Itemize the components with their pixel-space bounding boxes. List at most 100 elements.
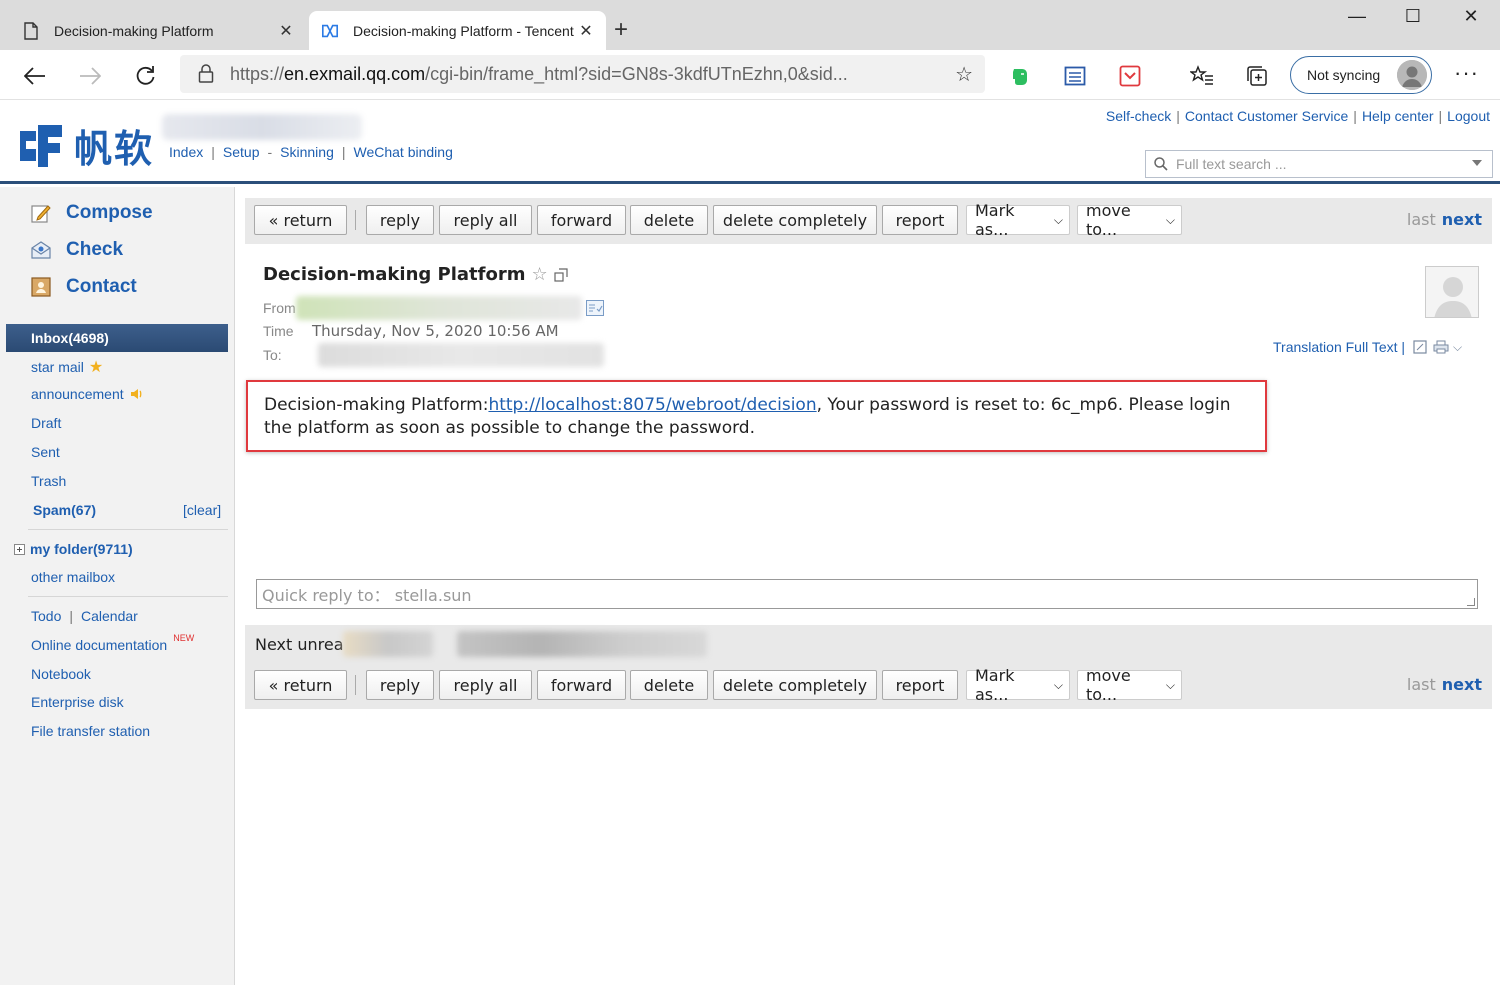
- sidebar-item-calendar[interactable]: Calendar: [81, 608, 138, 624]
- move-to-select[interactable]: move to... ⌵: [1077, 201, 1182, 239]
- divider: [355, 210, 356, 230]
- new-window-icon[interactable]: [554, 267, 568, 282]
- delete-button[interactable]: delete: [630, 205, 708, 235]
- sidebar-item-enterprise-disk[interactable]: Enterprise disk: [31, 694, 124, 710]
- close-icon[interactable]: ✕: [276, 21, 296, 41]
- star-outline-icon[interactable]: ☆: [531, 264, 547, 285]
- recipient-redacted: [318, 343, 604, 367]
- sidebar-item-my-folder[interactable]: my folder(9711): [14, 541, 133, 557]
- print-icon[interactable]: [1433, 340, 1449, 354]
- resize-handle[interactable]: [1467, 598, 1475, 606]
- search-placeholder: Full text search ...: [1176, 156, 1287, 172]
- forward-button[interactable]: forward: [537, 670, 626, 700]
- refresh-icon[interactable]: [131, 62, 159, 90]
- chevron-down-icon: ⌵: [1165, 677, 1175, 692]
- sidebar-item-spam[interactable]: Spam(67): [33, 502, 96, 518]
- sidebar-compose[interactable]: Compose: [30, 202, 153, 224]
- last-link[interactable]: last: [1407, 210, 1436, 229]
- profile-avatar: [1397, 60, 1427, 90]
- nav-setup[interactable]: Setup: [223, 144, 260, 160]
- next-unread-label[interactable]: Next unread: [255, 635, 343, 654]
- address-bar[interactable]: https://en.exmail.qq.com/cgi-bin/frame_h…: [180, 55, 985, 93]
- reply-all-button[interactable]: reply all: [439, 205, 532, 235]
- logo[interactable]: 帆软: [18, 118, 154, 173]
- more-icon[interactable]: ···: [1454, 60, 1479, 86]
- chevron-down-icon[interactable]: ⌵: [1453, 340, 1462, 355]
- forward-icon[interactable]: [76, 62, 104, 90]
- link-self-check[interactable]: Self-check: [1106, 108, 1171, 124]
- window-close-icon[interactable]: ✕: [1451, 6, 1491, 27]
- last-link[interactable]: last: [1407, 675, 1436, 694]
- sidebar-item-sent[interactable]: Sent: [31, 444, 60, 460]
- nav-index[interactable]: Index: [169, 144, 203, 160]
- chevron-down-icon: ⌵: [1053, 677, 1063, 692]
- delete-completely-button[interactable]: delete completely: [713, 205, 877, 235]
- move-to-select[interactable]: move to... ⌵: [1077, 666, 1182, 704]
- new-tab-button[interactable]: +: [614, 16, 628, 44]
- sidebar-item-file-transfer[interactable]: File transfer station: [31, 723, 150, 739]
- mail-header: 帆软 Index | Setup - Skinning | WeChat bin…: [0, 100, 1500, 184]
- report-button[interactable]: report: [882, 205, 958, 235]
- search-input[interactable]: Full text search ...: [1145, 150, 1493, 178]
- sidebar-item-online-documentation[interactable]: Online documentation NEW: [31, 633, 194, 653]
- sidebar-item-todo-calendar: Todo | Calendar: [31, 608, 138, 624]
- divider: [355, 675, 356, 695]
- address-card-icon[interactable]: [586, 300, 604, 319]
- return-button[interactable]: « return: [254, 670, 347, 700]
- link-help-center[interactable]: Help center: [1362, 108, 1434, 124]
- sidebar-contact[interactable]: Contact: [30, 276, 137, 298]
- back-icon[interactable]: [21, 62, 49, 90]
- top-nav: Index | Setup - Skinning | WeChat bindin…: [169, 144, 453, 160]
- sidebar-item-announcement[interactable]: announcement: [31, 386, 144, 402]
- browser-tab-2[interactable]: Decision-making Platform - Tencent Exmai…: [309, 11, 606, 50]
- reader-icon[interactable]: [1063, 64, 1087, 88]
- sidebar-item-inbox[interactable]: Inbox(4698): [6, 324, 228, 352]
- favorite-star-icon[interactable]: ☆: [955, 62, 973, 87]
- expand-plus-icon[interactable]: [14, 543, 25, 555]
- sidebar-item-notebook[interactable]: Notebook: [31, 666, 91, 682]
- link-contact-service[interactable]: Contact Customer Service: [1185, 108, 1348, 124]
- pocket-icon[interactable]: [1118, 64, 1142, 88]
- delete-completely-button[interactable]: delete completely: [713, 670, 877, 700]
- quick-reply-input[interactable]: Quick reply to： stella.sun: [256, 579, 1478, 609]
- delete-button[interactable]: delete: [630, 670, 708, 700]
- translation-link[interactable]: Translation Full Text |: [1273, 339, 1405, 355]
- sidebar-item-other-mailbox[interactable]: other mailbox: [31, 569, 115, 585]
- link-logout[interactable]: Logout: [1447, 108, 1490, 124]
- time-label: Time: [263, 323, 294, 339]
- nav-skinning[interactable]: Skinning: [280, 144, 334, 160]
- clear-spam-link[interactable]: [clear]: [183, 502, 221, 518]
- next-link[interactable]: next: [1442, 210, 1482, 229]
- reply-all-button[interactable]: reply all: [439, 670, 532, 700]
- sidebar-item-trash[interactable]: Trash: [31, 473, 66, 489]
- collections-icon[interactable]: [1245, 64, 1269, 88]
- maximize-icon[interactable]: ☐: [1393, 6, 1433, 27]
- chevron-down-icon[interactable]: [1472, 160, 1482, 166]
- reply-button[interactable]: reply: [366, 670, 434, 700]
- sync-button[interactable]: Not syncing: [1290, 56, 1432, 94]
- sender-redacted: [296, 296, 582, 320]
- mail-subject: Decision-making Platform ☆: [263, 264, 568, 285]
- contact-book-icon: [30, 276, 52, 298]
- favorites-icon[interactable]: [1190, 64, 1214, 88]
- note-icon[interactable]: [1413, 340, 1427, 354]
- minimize-icon[interactable]: —: [1337, 6, 1377, 27]
- return-button[interactable]: « return: [254, 205, 347, 235]
- browser-tab-1[interactable]: Decision-making Platform ✕: [0, 11, 306, 50]
- sidebar-check[interactable]: Check: [30, 239, 123, 261]
- from-label: From: [263, 300, 296, 316]
- sidebar-item-todo[interactable]: Todo: [31, 608, 61, 624]
- evernote-icon[interactable]: [1008, 64, 1032, 88]
- sidebar-item-star-mail[interactable]: star mail ★: [31, 357, 103, 377]
- decision-platform-link[interactable]: http://localhost:8075/webroot/decision: [488, 395, 816, 415]
- mark-as-select[interactable]: Mark as... ⌵: [966, 201, 1070, 239]
- next-link[interactable]: next: [1442, 675, 1482, 694]
- close-icon[interactable]: ✕: [576, 21, 596, 41]
- nav-wechat-binding[interactable]: WeChat binding: [354, 144, 453, 160]
- mark-as-select[interactable]: Mark as... ⌵: [966, 666, 1070, 704]
- reply-button[interactable]: reply: [366, 205, 434, 235]
- forward-button[interactable]: forward: [537, 205, 626, 235]
- sidebar-item-draft[interactable]: Draft: [31, 415, 61, 431]
- next-unread-subject-redacted: [457, 631, 707, 657]
- report-button[interactable]: report: [882, 670, 958, 700]
